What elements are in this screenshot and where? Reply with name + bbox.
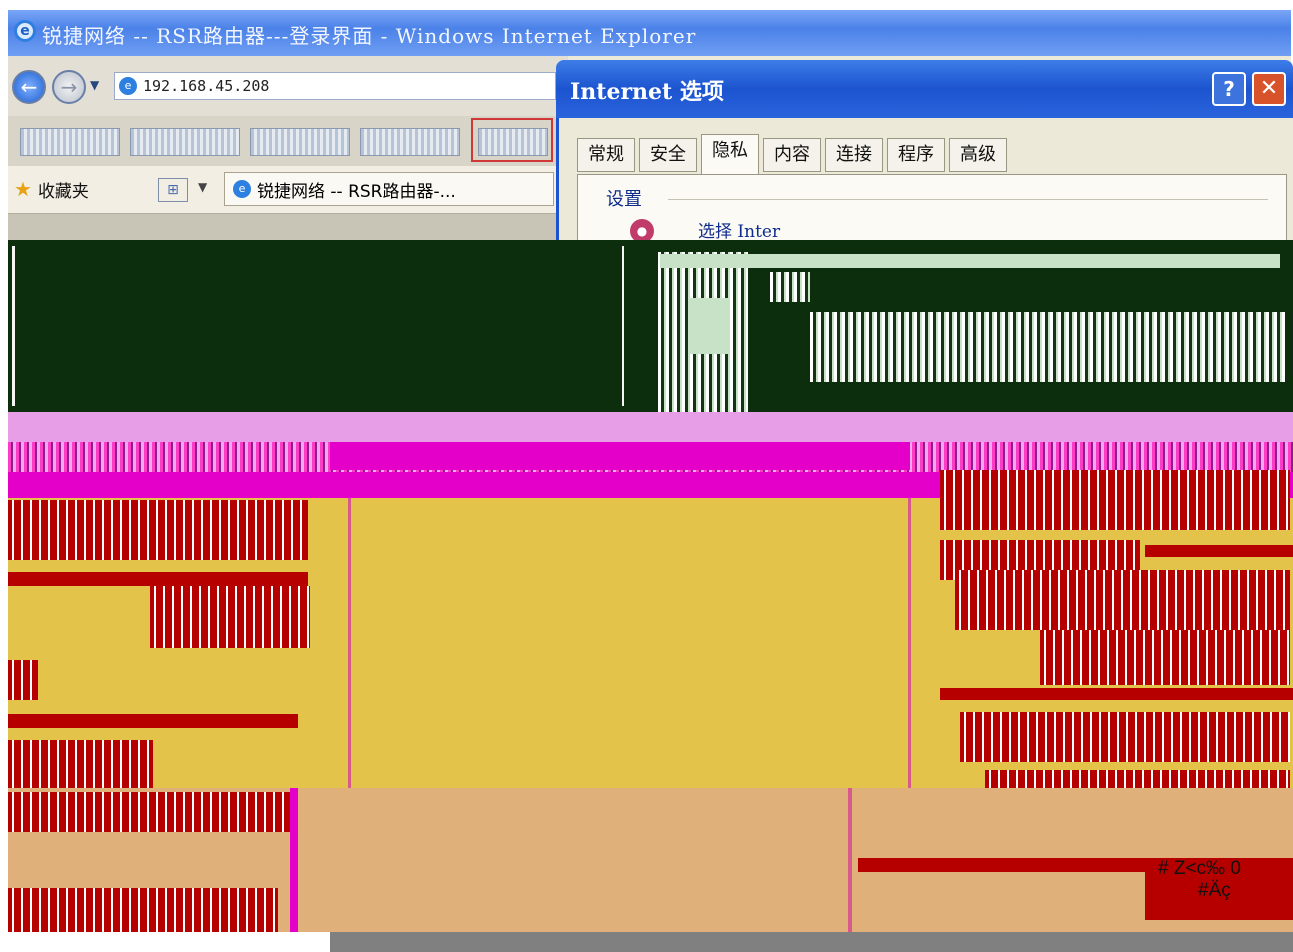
favorites-label: 收藏夹 bbox=[37, 181, 89, 202]
link-button[interactable] bbox=[250, 128, 350, 156]
browser-tab[interactable]: e 锐捷网络 -- RSR路由器-... bbox=[224, 172, 554, 206]
quick-tabs-grid-icon[interactable]: ⊞ bbox=[158, 178, 188, 202]
forward-arrow-icon: → bbox=[60, 75, 78, 99]
close-button[interactable]: ✕ bbox=[1252, 72, 1286, 106]
window-title: 锐捷网络 -- RSR路由器---登录界面 - Windows Internet… bbox=[42, 24, 697, 48]
link-button[interactable] bbox=[20, 128, 120, 156]
glitch-stripes bbox=[810, 312, 1285, 382]
navigation-bar: ← → ▼ e 192.168.45.208 bbox=[8, 56, 568, 116]
link-button[interactable] bbox=[360, 128, 460, 156]
glitch-red-stripes bbox=[8, 888, 278, 932]
glitch-red-stripes bbox=[955, 570, 1290, 630]
glitch-block bbox=[690, 298, 730, 354]
glitch-red-stripes bbox=[940, 470, 1290, 530]
glitch-band bbox=[660, 254, 1280, 268]
internet-options-dialog: Internet 选项 ? ✕ 常规 安全 隐私 内容 连接 程序 高级 设置 … bbox=[556, 60, 1293, 244]
glitch-line bbox=[348, 498, 351, 788]
links-bar bbox=[8, 116, 568, 166]
settings-group-label: 设置 bbox=[606, 185, 648, 211]
glitch-red-stripes bbox=[8, 660, 38, 700]
window-titlebar: e 锐捷网络 -- RSR路由器---登录界面 - Windows Intern… bbox=[8, 10, 1291, 56]
tab-privacy[interactable]: 隐私 bbox=[701, 134, 759, 174]
status-line-2: #Äç bbox=[1198, 880, 1231, 901]
glitch-pink-band bbox=[8, 412, 1293, 442]
glitch-red-bar bbox=[1145, 545, 1293, 557]
glitch-stripes bbox=[770, 272, 810, 302]
address-url: 192.168.45.208 bbox=[143, 77, 270, 95]
glitch-red-bar bbox=[940, 688, 1293, 700]
history-dropdown-chevron-icon[interactable]: ▼ bbox=[90, 78, 99, 92]
dialog-body: 常规 安全 隐私 内容 连接 程序 高级 设置 ● 选择 Inter bbox=[556, 118, 1293, 244]
tab-advanced[interactable]: 高级 bbox=[949, 138, 1007, 172]
address-bar[interactable]: e 192.168.45.208 bbox=[114, 72, 556, 100]
glitch-red-stripes bbox=[8, 740, 153, 788]
tab-list-chevron-icon[interactable]: ▼ bbox=[198, 180, 207, 194]
glitch-red-stripes bbox=[8, 500, 308, 560]
help-button[interactable]: ? bbox=[1212, 72, 1246, 106]
tab-programs[interactable]: 程序 bbox=[887, 138, 945, 172]
glitch-line bbox=[12, 246, 15, 406]
back-button[interactable]: ← bbox=[12, 70, 46, 104]
glitch-line bbox=[290, 788, 298, 952]
glitch-line bbox=[908, 498, 911, 788]
tab-content[interactable]: 内容 bbox=[763, 138, 821, 172]
favorites-button[interactable]: ★ 收藏夹 bbox=[14, 172, 89, 206]
glitch-gray-bar bbox=[330, 932, 1293, 952]
tab-title: 锐捷网络 -- RSR路由器-... bbox=[257, 181, 456, 202]
page-content bbox=[8, 214, 568, 242]
dialog-title: Internet 选项 bbox=[570, 79, 724, 105]
glitch-magenta-block bbox=[330, 442, 910, 470]
star-icon: ★ bbox=[14, 177, 32, 201]
dialog-titlebar: Internet 选项 ? ✕ bbox=[556, 60, 1293, 118]
glitch-red-bar bbox=[8, 572, 308, 586]
glitch-red-stripes bbox=[960, 712, 1290, 762]
link-button[interactable] bbox=[130, 128, 240, 156]
glitch-red-stripes bbox=[150, 586, 310, 648]
status-line-1: # Z<c‰ 0 bbox=[1158, 858, 1241, 879]
glitch-red-stripes bbox=[8, 792, 298, 832]
back-arrow-icon: ← bbox=[20, 75, 38, 99]
forward-button[interactable]: → bbox=[52, 70, 86, 104]
glitch-line bbox=[848, 788, 852, 932]
dialog-tab-strip: 常规 安全 隐私 内容 连接 程序 高级 bbox=[577, 134, 1007, 174]
tab-connections[interactable]: 连接 bbox=[825, 138, 883, 172]
favorites-bar: ★ 收藏夹 ⊞ ▼ e 锐捷网络 -- RSR路由器-... bbox=[8, 166, 568, 214]
tab-page-icon: e bbox=[233, 180, 251, 198]
tab-general[interactable]: 常规 bbox=[577, 138, 635, 172]
link-highlight-frame bbox=[471, 118, 553, 162]
ie-logo-icon: e bbox=[14, 20, 36, 42]
glitch-line bbox=[622, 246, 624, 406]
select-zone-label: 选择 Inter bbox=[698, 222, 781, 242]
privacy-tab-panel: 设置 ● 选择 Inter bbox=[577, 174, 1287, 244]
glitch-red-bar bbox=[8, 714, 298, 728]
glitch-red-stripes bbox=[1040, 630, 1290, 685]
tab-security[interactable]: 安全 bbox=[639, 138, 697, 172]
group-divider bbox=[668, 199, 1268, 200]
corrupted-status-text: # Z<c‰ 0 #Äç bbox=[1158, 858, 1241, 902]
page-icon: e bbox=[119, 77, 137, 95]
